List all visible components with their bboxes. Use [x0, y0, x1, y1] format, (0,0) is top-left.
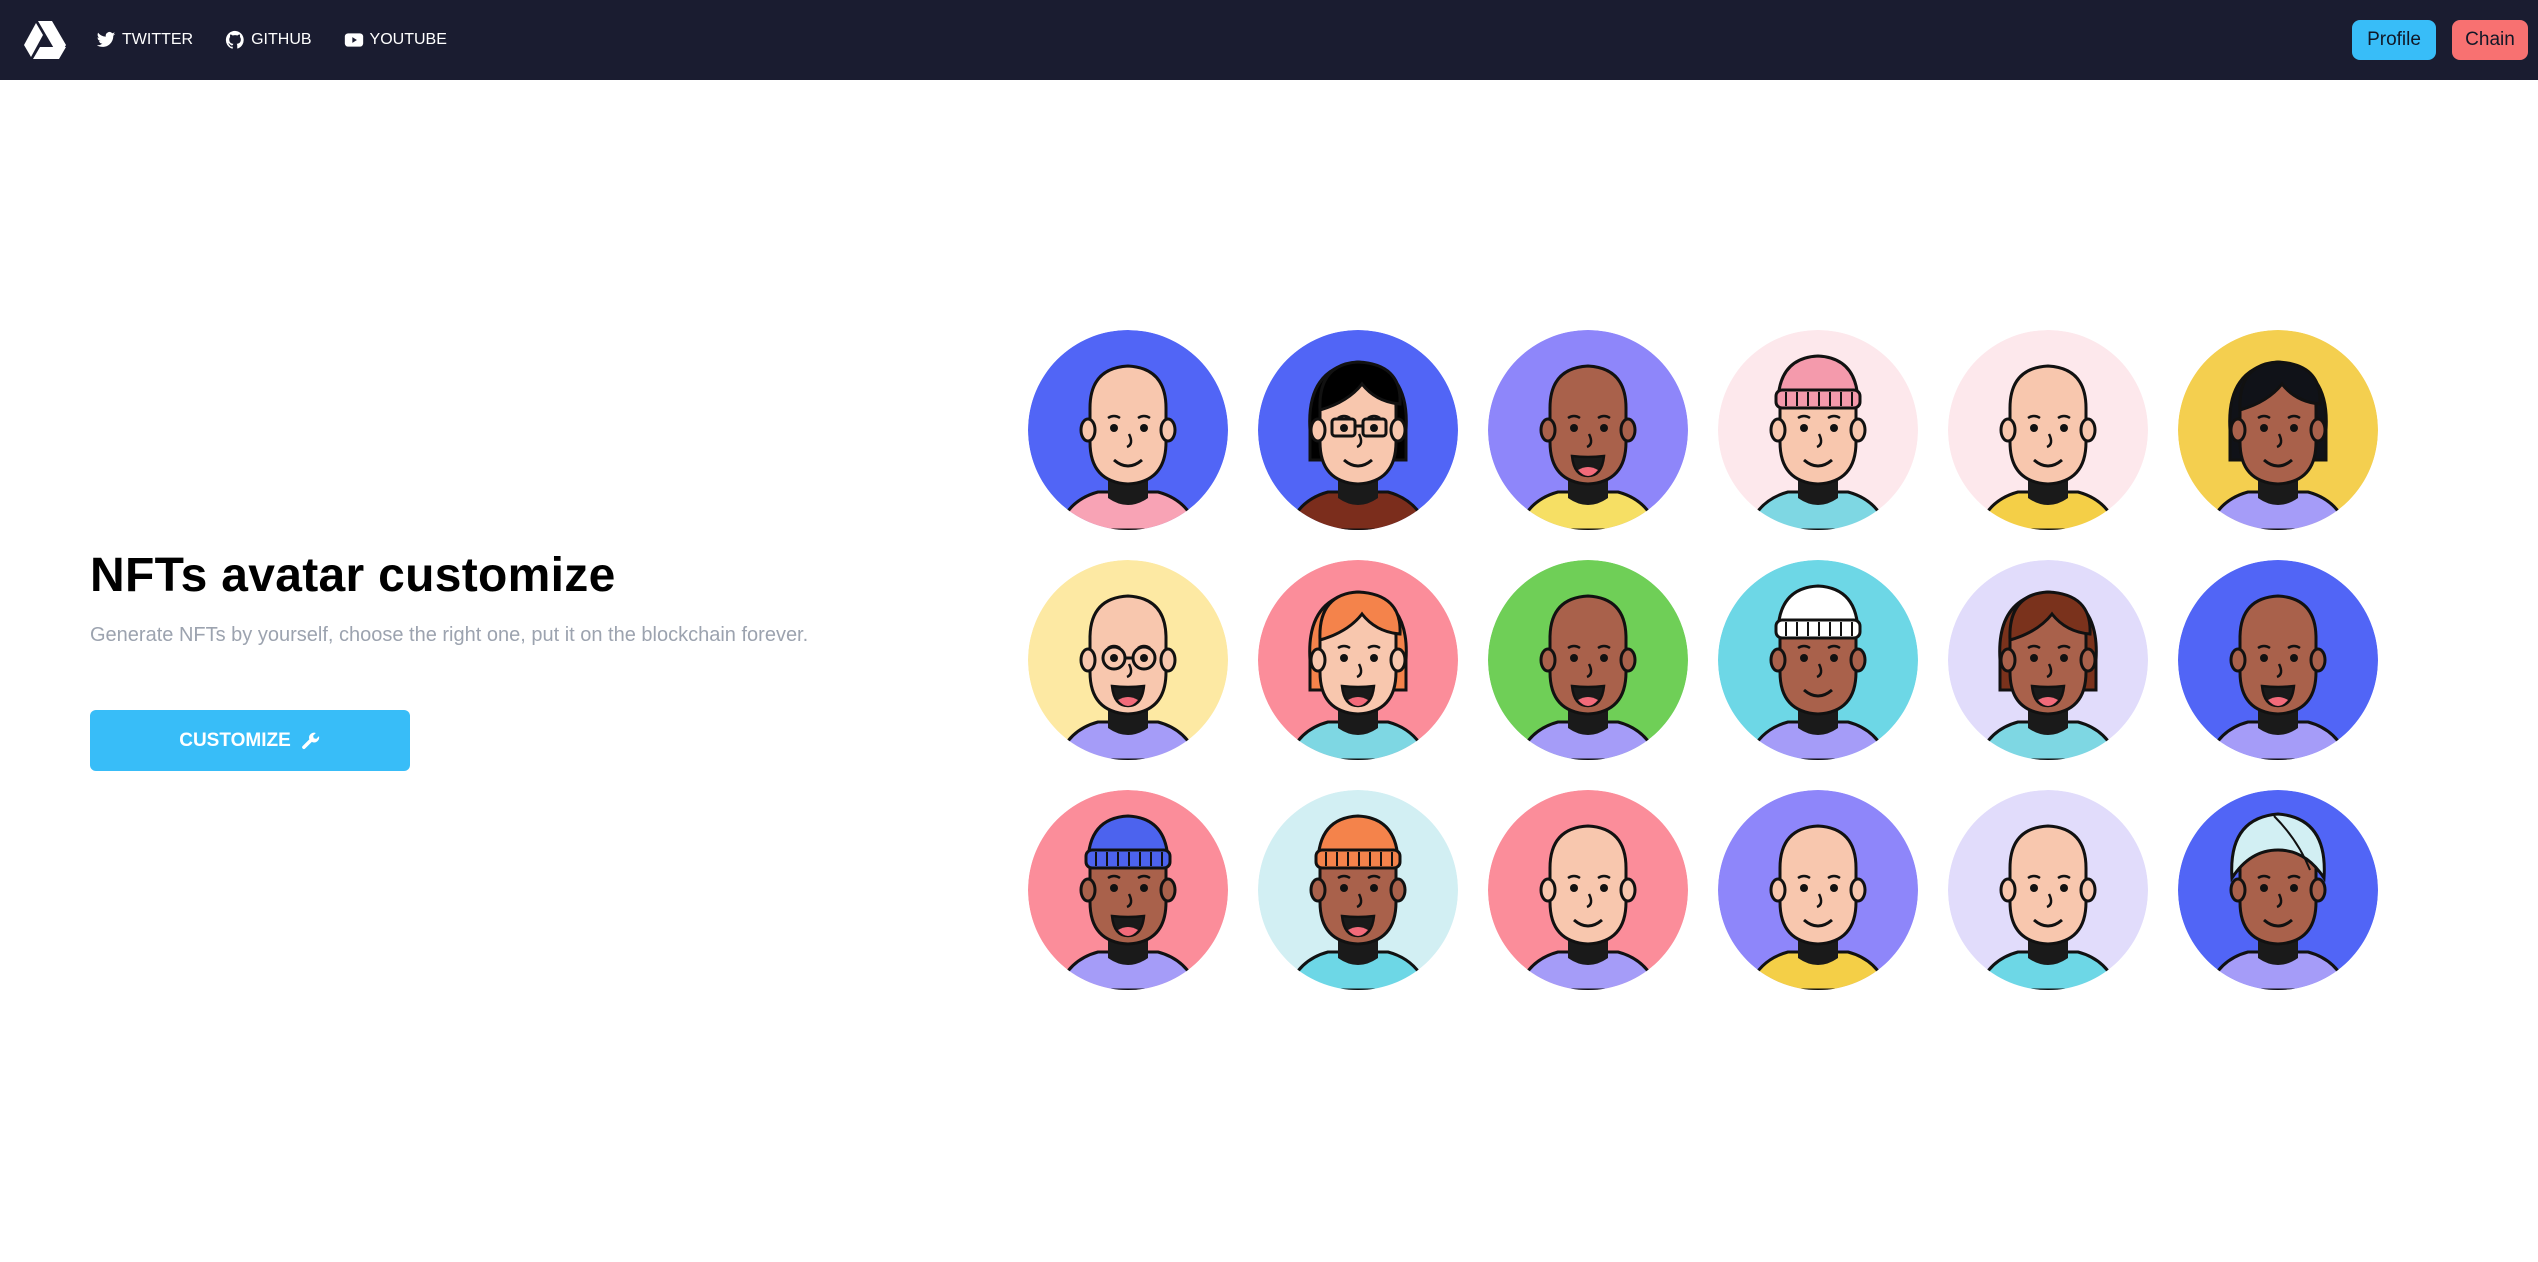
nav-link-youtube[interactable]: YOUTUBE: [344, 30, 447, 50]
avatar-image: [1488, 790, 1688, 990]
avatar-option[interactable]: [1488, 330, 1688, 530]
avatar-image: [1718, 560, 1918, 760]
avatar-image: [1948, 330, 2148, 530]
avatar-image: [1948, 790, 2148, 990]
avatar-option[interactable]: [1258, 560, 1458, 760]
page-subtitle: Generate NFTs by yourself, choose the ri…: [90, 624, 809, 646]
wrench-icon: [301, 732, 319, 749]
avatar-option[interactable]: [1718, 790, 1918, 990]
nav-link-twitter[interactable]: TWITTER: [96, 30, 193, 50]
customize-button-label: CUSTOMIZE: [179, 729, 291, 751]
avatar-option[interactable]: [1488, 790, 1688, 990]
avatar-option[interactable]: [1028, 790, 1228, 990]
avatar-option[interactable]: [1028, 560, 1228, 760]
twitter-icon: [96, 32, 116, 47]
avatar-image: [1028, 330, 1228, 530]
avatar-option[interactable]: [1718, 330, 1918, 530]
avatar-option[interactable]: [2178, 790, 2378, 990]
avatar-option[interactable]: [1948, 330, 2148, 530]
avatar-image: [1258, 790, 1458, 990]
customize-button[interactable]: CUSTOMIZE: [90, 710, 410, 771]
youtube-icon: [344, 33, 363, 47]
nav-link-label: TWITTER: [122, 31, 194, 48]
avatar-option[interactable]: [2178, 560, 2378, 760]
avatar-option[interactable]: [1258, 790, 1458, 990]
avatar-image: [2178, 790, 2378, 990]
avatar-image: [2178, 330, 2378, 530]
chain-button[interactable]: Chain: [2452, 20, 2528, 60]
top-navbar: TWITTER GITHUB YOUTUBE Profile Chain: [0, 0, 2538, 80]
nav-link-label: YOUTUBE: [369, 31, 447, 48]
avatar-image: [1488, 330, 1688, 530]
nav-links: TWITTER GITHUB YOUTUBE: [96, 0, 447, 80]
avatar-option[interactable]: [1718, 560, 1918, 760]
avatar-option[interactable]: [1948, 560, 2148, 760]
avatar-image: [1718, 790, 1918, 990]
github-icon: [225, 30, 244, 49]
avatar-grid: [1028, 330, 2378, 990]
profile-button[interactable]: Profile: [2352, 20, 2436, 60]
avatar-image: [1718, 330, 1918, 530]
avatar-image: [2178, 560, 2378, 760]
avatar-image: [1258, 560, 1458, 760]
avatar-image: [1948, 560, 2148, 760]
page-title: NFTs avatar customize: [90, 549, 616, 602]
avatar-image: [1488, 560, 1688, 760]
avatar-option[interactable]: [1948, 790, 2148, 990]
avatar-option[interactable]: [1028, 330, 1228, 530]
logo-icon[interactable]: [24, 21, 66, 59]
avatar-image: [1028, 790, 1228, 990]
nav-link-label: GITHUB: [251, 31, 312, 48]
avatar-option[interactable]: [1258, 330, 1458, 530]
avatar-option[interactable]: [1488, 560, 1688, 760]
avatar-image: [1028, 560, 1228, 760]
nav-link-github[interactable]: GITHUB: [225, 30, 312, 50]
avatar-option[interactable]: [2178, 330, 2378, 530]
avatar-image: [1258, 330, 1458, 530]
